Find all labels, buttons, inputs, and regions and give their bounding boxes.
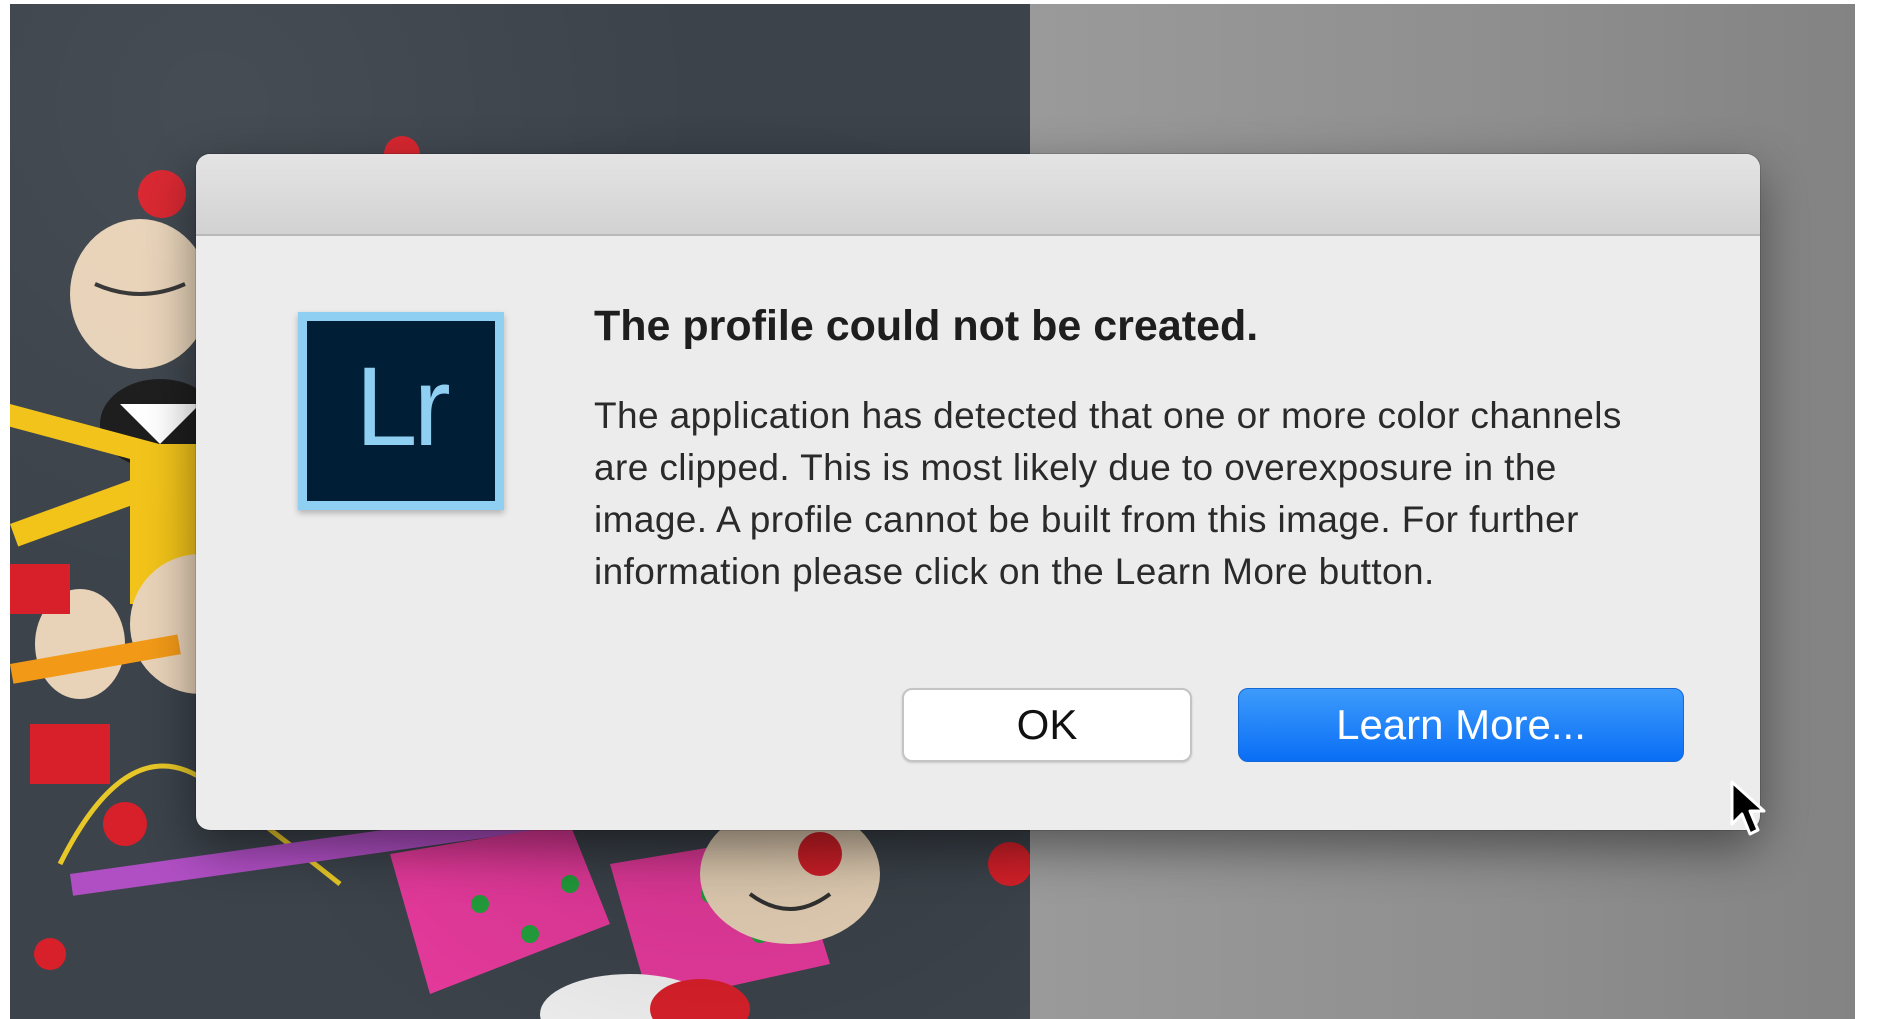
mouse-pointer-icon: [1730, 780, 1766, 836]
screen: Lr The profile could not be created. The…: [0, 0, 1885, 1019]
alert-dialog: Lr The profile could not be created. The…: [196, 154, 1760, 830]
ok-button[interactable]: OK: [902, 688, 1192, 762]
dialog-message: The application has detected that one or…: [594, 395, 1622, 592]
app-icon-label: Lr: [355, 344, 451, 469]
lightroom-app-icon: Lr: [298, 312, 504, 510]
dialog-titlebar[interactable]: [196, 154, 1760, 236]
learn-more-button[interactable]: Learn More...: [1238, 688, 1684, 762]
dialog-title: The profile could not be created.: [594, 302, 1259, 350]
